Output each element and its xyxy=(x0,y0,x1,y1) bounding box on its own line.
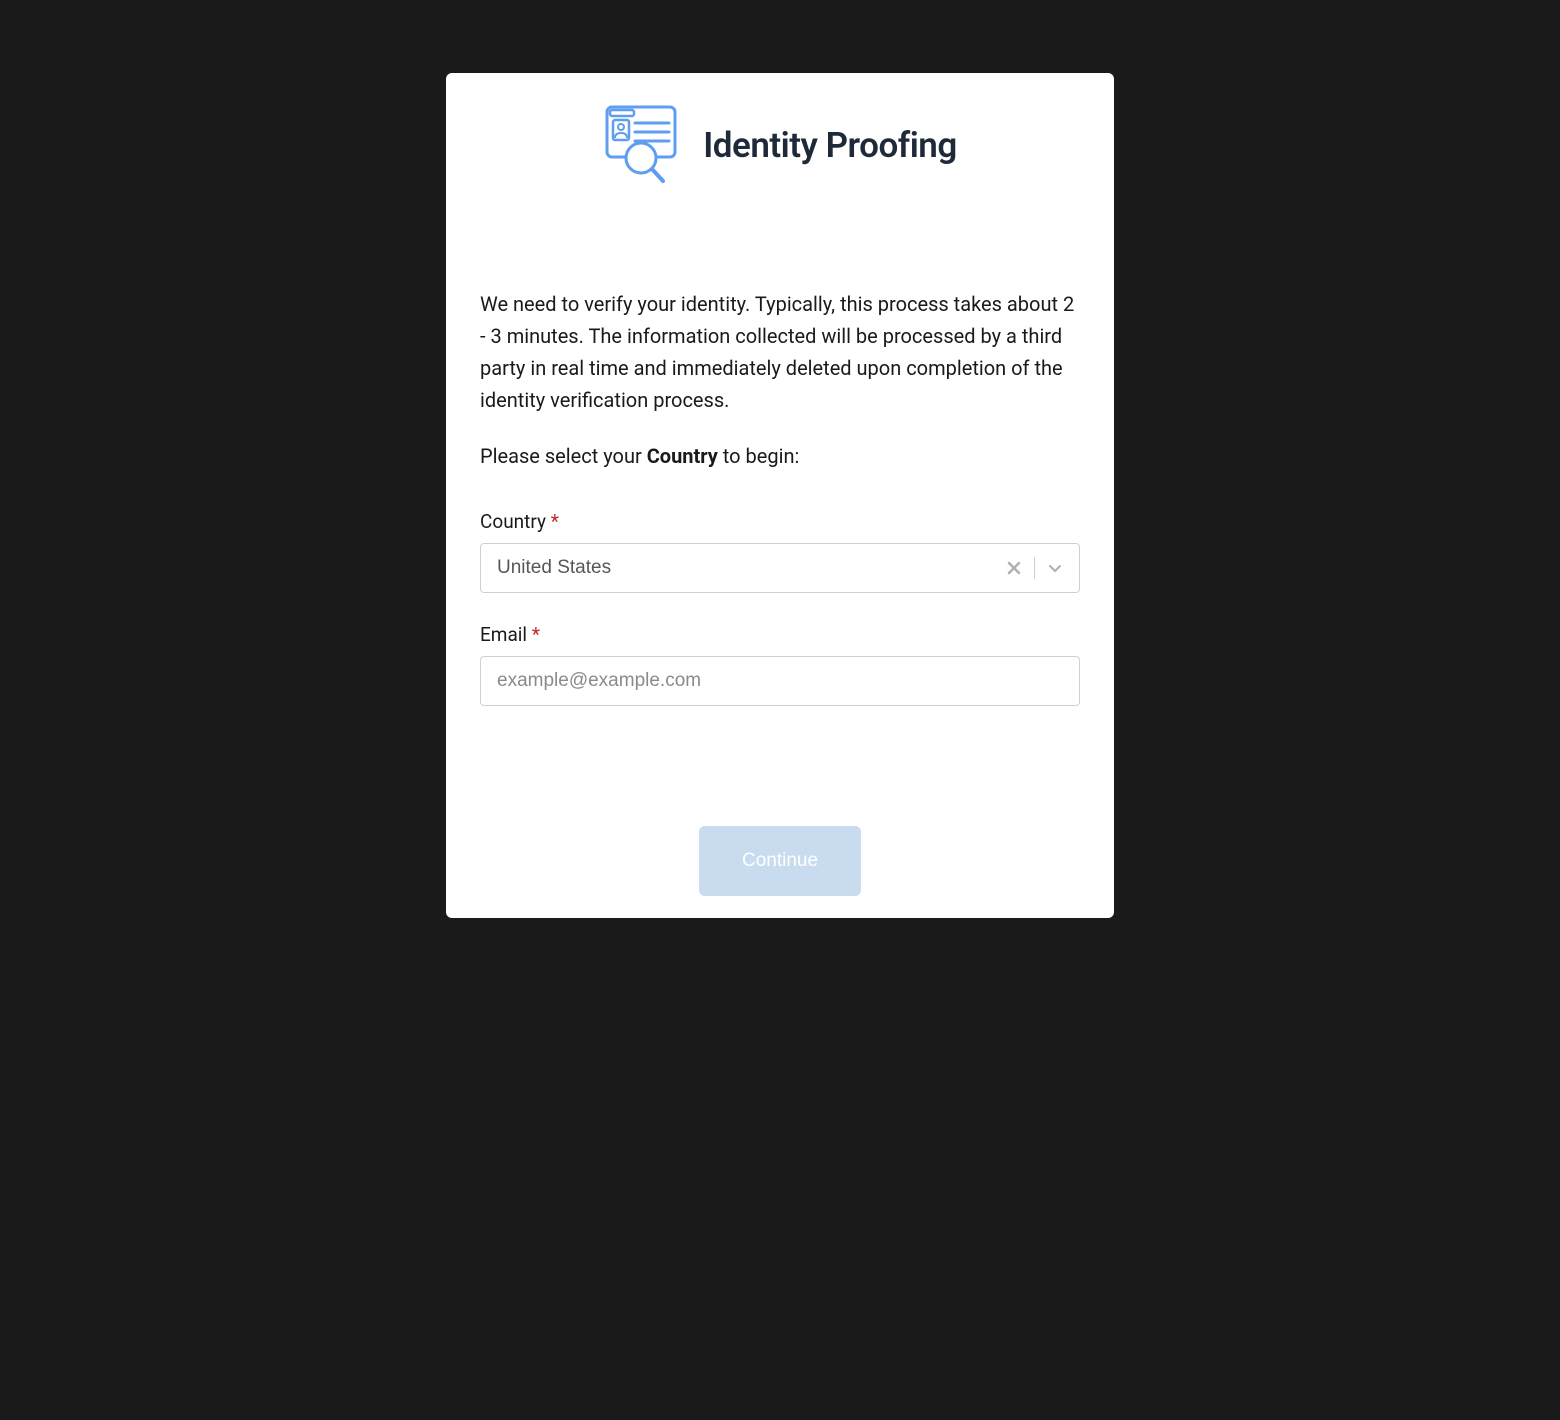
instruction-text: Please select your Country to begin: xyxy=(480,444,1080,468)
card-content: We need to verify your identity. Typical… xyxy=(446,188,1114,706)
country-select-value[interactable] xyxy=(481,544,1002,592)
instruction-prefix: Please select your xyxy=(480,444,647,468)
id-verification-icon xyxy=(603,103,679,188)
email-required-marker: * xyxy=(532,623,540,646)
country-dropdown-toggle[interactable] xyxy=(1043,556,1067,580)
card-footer: Continue xyxy=(446,736,1114,918)
instruction-bold: Country xyxy=(647,444,718,468)
country-select[interactable] xyxy=(480,543,1080,593)
clear-country-button[interactable] xyxy=(1002,556,1026,580)
email-label: Email * xyxy=(480,623,1080,646)
continue-button[interactable]: Continue xyxy=(699,826,861,896)
country-required-marker: * xyxy=(551,510,559,533)
chevron-down-icon xyxy=(1047,560,1063,576)
description-text: We need to verify your identity. Typical… xyxy=(480,288,1080,416)
identity-proofing-card: Identity Proofing We need to verify your… xyxy=(446,73,1114,918)
page-title: Identity Proofing xyxy=(703,125,957,166)
close-icon xyxy=(1007,561,1021,575)
select-divider xyxy=(1034,557,1035,579)
select-controls xyxy=(1002,556,1079,580)
email-form-group: Email * xyxy=(480,623,1080,706)
card-header: Identity Proofing xyxy=(446,73,1114,188)
country-form-group: Country * xyxy=(480,510,1080,593)
country-label-text: Country xyxy=(480,510,546,533)
instruction-suffix: to begin: xyxy=(718,444,800,468)
email-label-text: Email xyxy=(480,623,527,646)
country-label: Country * xyxy=(480,510,1080,533)
email-input[interactable] xyxy=(480,656,1080,706)
